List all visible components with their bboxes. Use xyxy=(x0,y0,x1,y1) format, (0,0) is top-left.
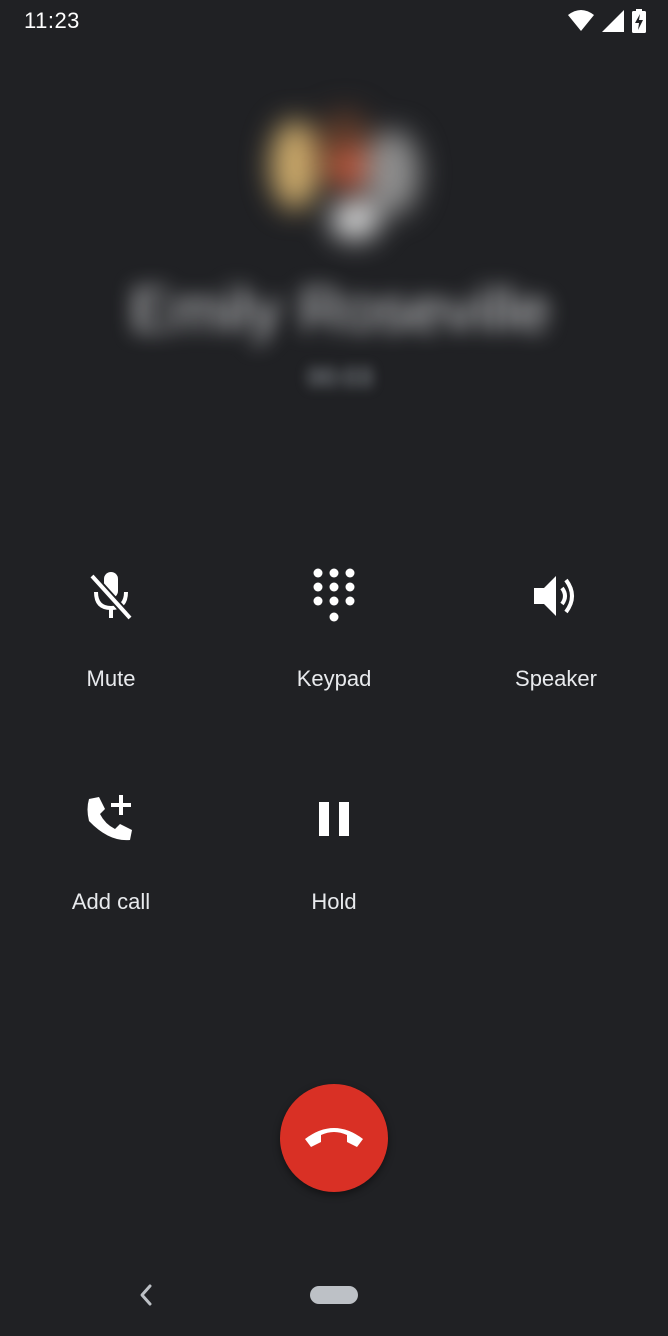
dialpad-icon xyxy=(304,566,364,626)
home-pill-icon[interactable] xyxy=(310,1286,358,1304)
keypad-label: Keypad xyxy=(296,666,372,691)
hold-button[interactable]: Hold xyxy=(234,789,434,949)
battery-charging-icon xyxy=(632,9,646,33)
caller-name: Emily Roseville xyxy=(130,276,551,345)
add-call-icon xyxy=(81,789,141,849)
mic-off-icon xyxy=(81,566,141,626)
cell-signal-icon xyxy=(602,10,624,32)
add-call-button[interactable]: Add call xyxy=(11,789,211,949)
caller-info: Emily Roseville 00:03 xyxy=(120,60,550,460)
keypad-button[interactable]: Keypad xyxy=(234,566,434,726)
status-time: 11:23 xyxy=(24,8,80,33)
volume-icon xyxy=(526,566,586,626)
speaker-button[interactable]: Speaker xyxy=(456,566,656,726)
caller-avatar xyxy=(260,90,430,250)
mute-label: Mute xyxy=(86,666,136,691)
back-icon[interactable] xyxy=(134,1280,158,1310)
pause-icon xyxy=(304,789,364,849)
speaker-label: Speaker xyxy=(515,666,597,691)
in-call-screen: 11:23 Emily Roseville 00:03 Mute Keypad … xyxy=(0,0,668,1336)
end-call-button[interactable] xyxy=(280,1084,388,1192)
status-icons xyxy=(568,9,646,33)
call-end-icon xyxy=(303,1123,365,1154)
status-bar: 11:23 xyxy=(0,0,668,44)
hold-label: Hold xyxy=(311,889,357,914)
add-call-label: Add call xyxy=(71,889,151,914)
wifi-icon xyxy=(568,10,594,32)
call-duration: 00:03 xyxy=(307,362,373,392)
mute-button[interactable]: Mute xyxy=(11,566,211,726)
